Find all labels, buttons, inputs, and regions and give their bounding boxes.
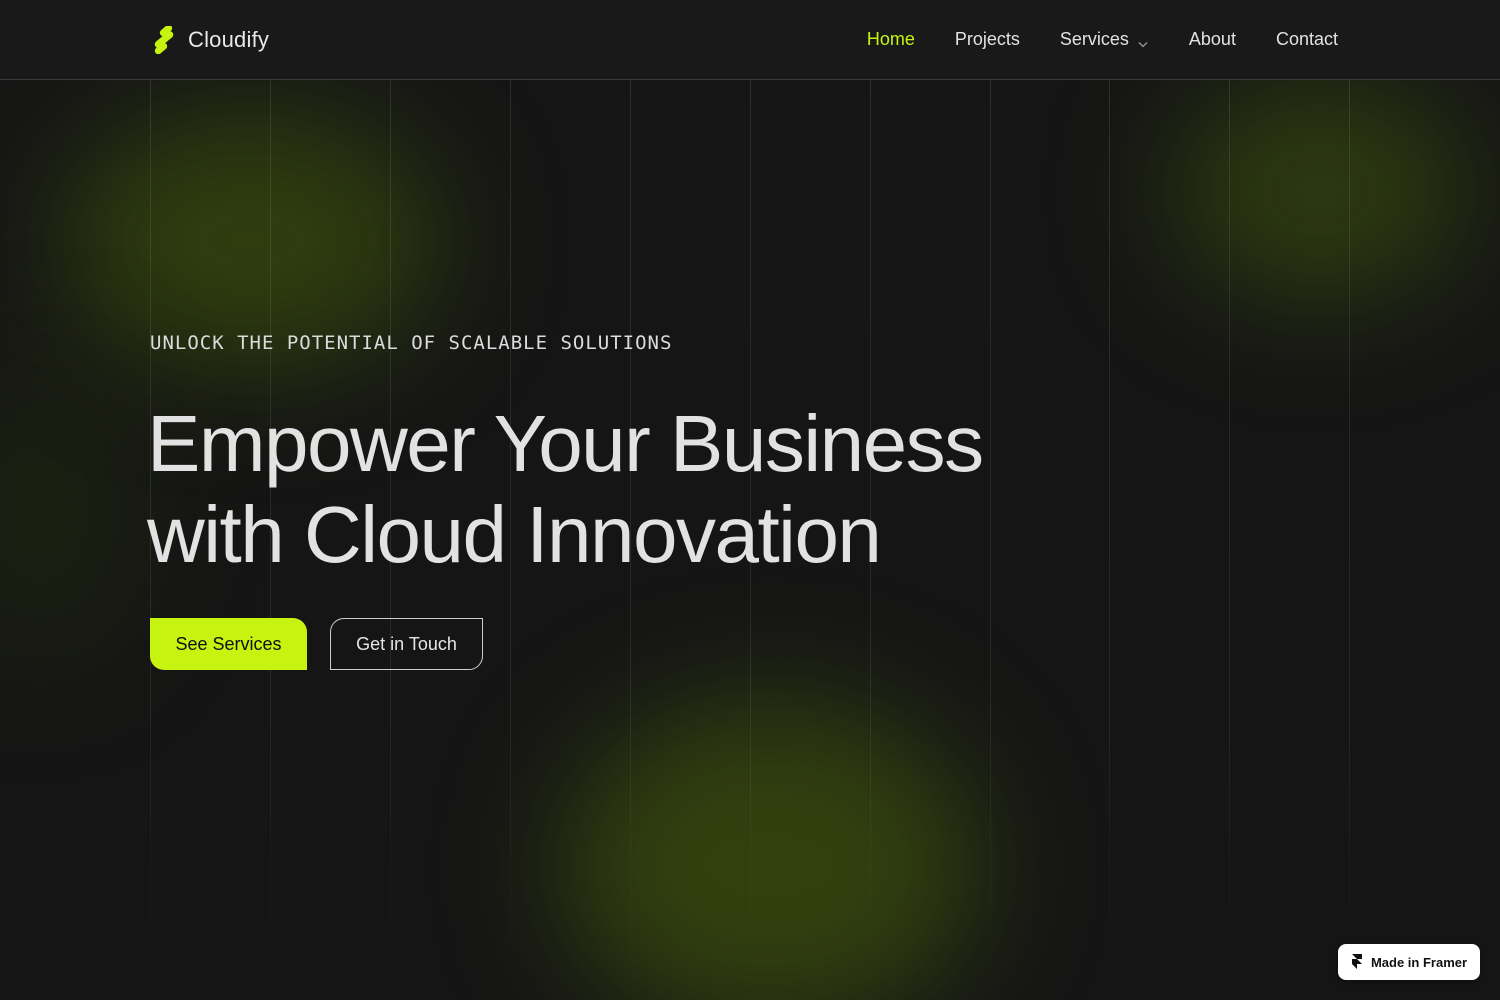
hero-headline-line-2: with Cloud Innovation: [147, 490, 882, 579]
get-in-touch-button[interactable]: Get in Touch: [330, 618, 483, 670]
see-services-button[interactable]: See Services: [150, 618, 307, 670]
page: Cloudify Home Projects Services About Co…: [0, 0, 1500, 1000]
background-glow: [560, 700, 980, 1000]
nav-item-label: About: [1188, 29, 1236, 49]
site-header: Cloudify Home Projects Services About Co…: [0, 0, 1500, 80]
logo[interactable]: Cloudify: [150, 26, 269, 54]
hero-eyebrow: UNLOCK THE POTENTIAL OF SCALABLE SOLUTIO…: [150, 332, 673, 354]
nav-item-services[interactable]: Services: [1060, 29, 1149, 50]
background-glow: [0, 360, 140, 660]
framer-icon: [1351, 953, 1363, 972]
chevron-down-icon: [1137, 34, 1149, 47]
main-nav: Home Projects Services About Contact: [867, 29, 1338, 50]
made-in-framer-badge[interactable]: Made in Framer: [1338, 944, 1480, 980]
grid-line: [1349, 80, 1350, 970]
grid-line: [1229, 80, 1230, 970]
nav-item-projects[interactable]: Projects: [955, 29, 1020, 50]
background-glow: [1170, 80, 1470, 300]
nav-item-contact[interactable]: Contact: [1276, 29, 1338, 50]
cloudify-logo-icon: [150, 26, 178, 54]
nav-item-label: Home: [866, 29, 915, 49]
nav-item-about[interactable]: About: [1189, 29, 1236, 50]
nav-item-label: Projects: [954, 29, 1020, 49]
hero-headline: Empower Your Business with Cloud Innovat…: [147, 398, 1147, 580]
nav-item-home[interactable]: Home: [867, 29, 915, 50]
nav-item-label: Services: [1059, 29, 1129, 49]
get-in-touch-button-label: Get in Touch: [356, 633, 457, 654]
hero-headline-line-1: Empower Your Business: [147, 399, 984, 488]
badge-label: Made in Framer: [1370, 954, 1468, 970]
background-glow: [60, 110, 440, 370]
see-services-button-label: See Services: [175, 633, 282, 654]
brand-name: Cloudify: [188, 27, 270, 52]
nav-item-label: Contact: [1275, 29, 1338, 49]
